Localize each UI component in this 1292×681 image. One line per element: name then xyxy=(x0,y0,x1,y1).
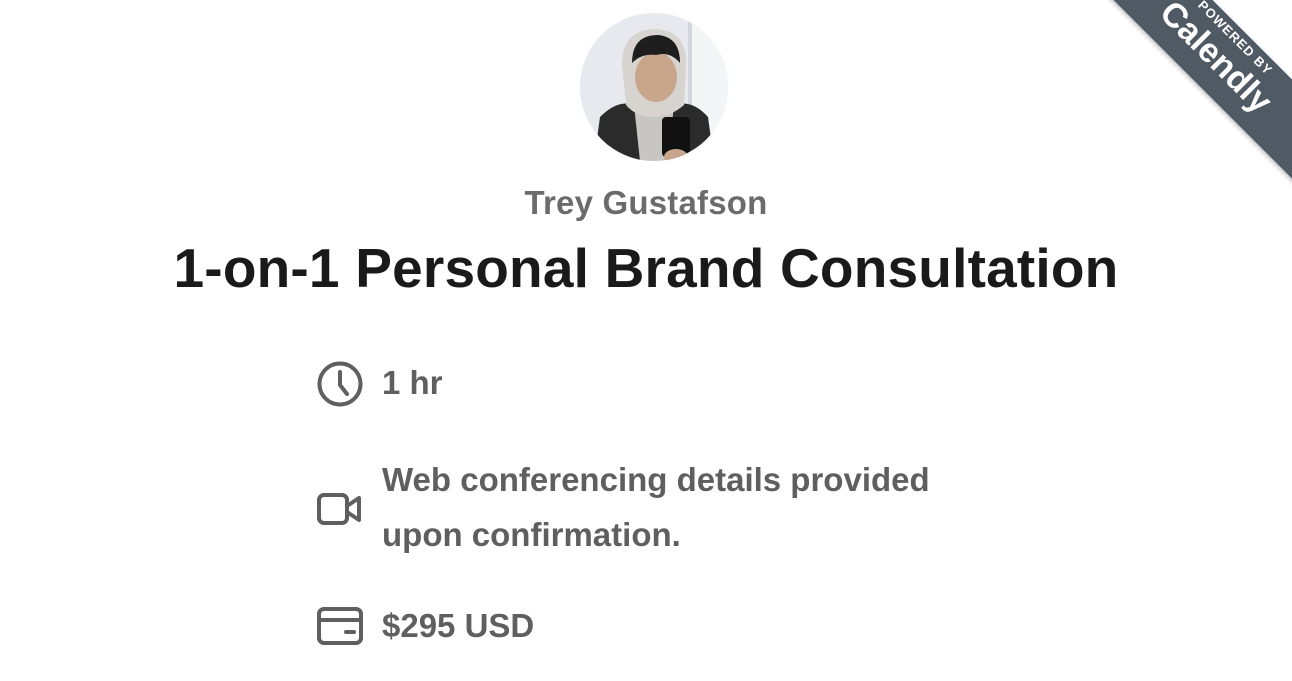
credit-card-icon xyxy=(317,607,363,645)
host-avatar xyxy=(580,13,728,161)
clock-icon xyxy=(317,361,363,407)
event-price: $295 USD xyxy=(316,601,534,653)
badge-brand: Calendly xyxy=(1152,0,1280,121)
event-location: Web conferencing details provided upon c… xyxy=(316,453,982,562)
duration-text: 1 hr xyxy=(382,364,443,401)
video-camera-icon xyxy=(317,493,361,525)
event-duration: 1 hr xyxy=(316,359,443,410)
event-title: 1-on-1 Personal Brand Consultation xyxy=(173,237,1119,299)
location-text: Web conferencing details provided upon c… xyxy=(382,461,930,553)
booking-page: Trey Gustafson 1-on-1 Personal Brand Con… xyxy=(0,0,1292,681)
host-name: Trey Gustafson xyxy=(524,184,768,221)
price-text: $295 USD xyxy=(382,607,535,644)
powered-by-calendly-badge[interactable]: POWERED BY Calendly xyxy=(1073,0,1292,200)
